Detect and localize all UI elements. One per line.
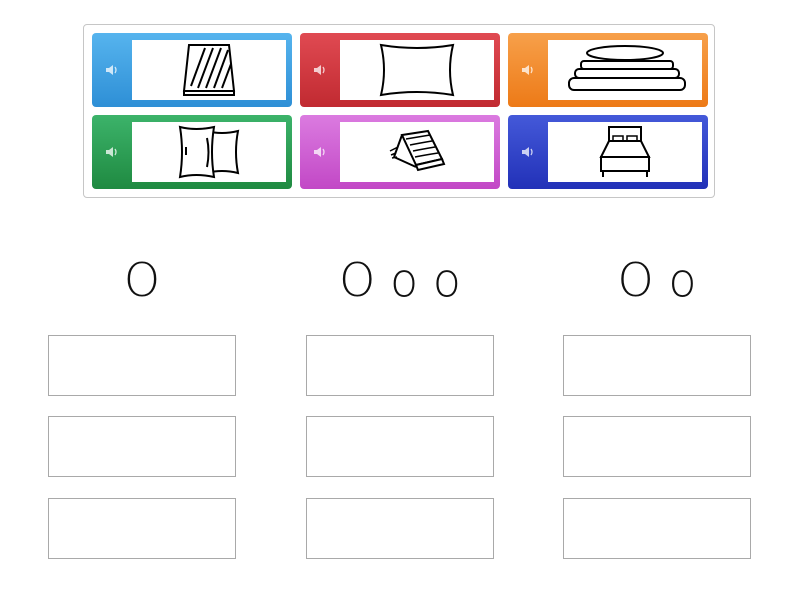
card-bed[interactable] <box>508 115 708 189</box>
drop-slot[interactable] <box>563 416 751 477</box>
card-folded-sheets[interactable] <box>508 33 708 107</box>
drop-slot[interactable] <box>306 498 494 559</box>
rug-image <box>340 122 494 182</box>
speaker-icon[interactable] <box>300 33 340 107</box>
drop-slot[interactable] <box>48 416 236 477</box>
card-mattress[interactable] <box>92 33 292 107</box>
card-rug[interactable] <box>300 115 500 189</box>
card-pillows-pair[interactable] <box>92 115 292 189</box>
bed-image <box>548 122 702 182</box>
speaker-icon[interactable] <box>300 115 340 189</box>
column-heading-1: O <box>123 253 161 307</box>
speaker-icon[interactable] <box>92 115 132 189</box>
speaker-icon[interactable] <box>92 33 132 107</box>
column-heading-2: O o o <box>339 253 461 307</box>
mattress-image <box>132 40 286 100</box>
card-pillow[interactable] <box>300 33 500 107</box>
drop-slot[interactable] <box>306 335 494 396</box>
speaker-icon[interactable] <box>508 115 548 189</box>
drop-slot[interactable] <box>563 335 751 396</box>
folded-sheets-image <box>548 40 702 100</box>
card-tray <box>83 24 715 198</box>
drop-slot[interactable] <box>48 498 236 559</box>
drop-slot[interactable] <box>563 498 751 559</box>
column-heading-3: O o <box>617 253 697 307</box>
pillows-pair-image <box>132 122 286 182</box>
pillow-image <box>340 40 494 100</box>
drop-slot[interactable] <box>306 416 494 477</box>
speaker-icon[interactable] <box>508 33 548 107</box>
drop-slot[interactable] <box>48 335 236 396</box>
